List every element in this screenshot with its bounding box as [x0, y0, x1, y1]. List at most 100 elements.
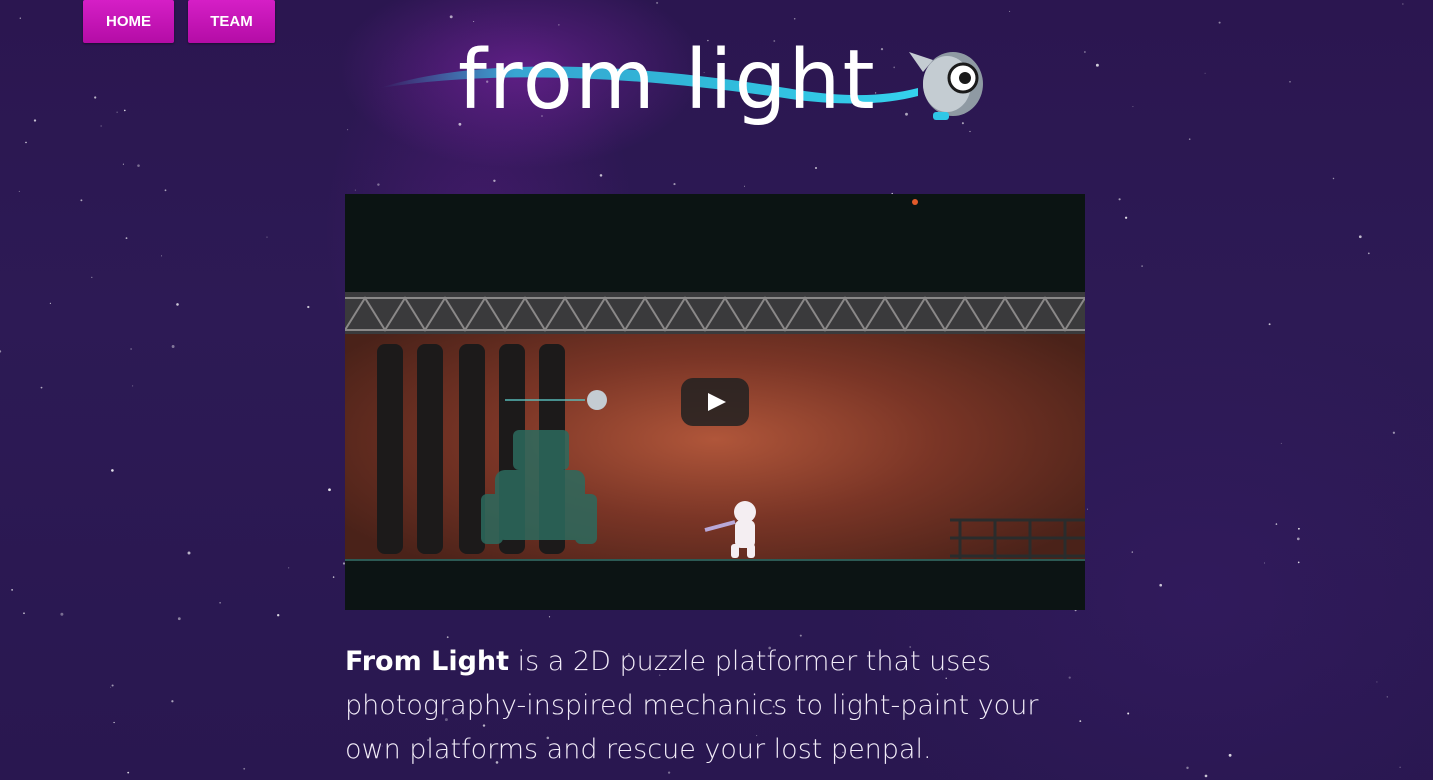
star [111, 684, 114, 687]
star [328, 488, 331, 492]
star [1118, 198, 1121, 201]
star [1358, 235, 1362, 239]
star [91, 276, 93, 279]
star [113, 721, 115, 724]
star [1186, 766, 1189, 770]
star [1402, 3, 1404, 5]
star [1228, 753, 1232, 757]
star [116, 111, 118, 113]
star [1141, 265, 1143, 267]
star [1296, 537, 1300, 541]
star [1084, 51, 1086, 53]
star [446, 636, 449, 639]
star [793, 18, 796, 20]
star [354, 189, 356, 191]
star [1268, 323, 1271, 326]
star [1204, 774, 1208, 778]
game-description: From Light is a 2D puzzle platformer tha… [345, 640, 1090, 772]
star [1264, 562, 1265, 564]
star [123, 109, 126, 112]
star [94, 96, 97, 99]
star [1298, 527, 1300, 530]
star [1297, 561, 1300, 564]
star [1386, 696, 1388, 698]
star [1392, 431, 1396, 434]
star [49, 302, 52, 304]
star [23, 612, 25, 615]
star [137, 164, 140, 167]
star [799, 634, 802, 637]
play-icon [708, 393, 726, 411]
star [1095, 63, 1099, 67]
star [1009, 10, 1011, 12]
star [599, 174, 603, 177]
star [219, 602, 221, 604]
star [160, 255, 163, 257]
star [130, 348, 132, 350]
star [40, 386, 43, 389]
from-light-logo: from light [378, 30, 990, 150]
logo-text: from light [458, 33, 877, 128]
star [1204, 72, 1206, 74]
star [1127, 712, 1130, 715]
star [25, 141, 27, 144]
star [1218, 21, 1221, 24]
star [1280, 442, 1282, 444]
star [673, 183, 676, 186]
star [171, 345, 175, 348]
star [814, 166, 818, 170]
star [1131, 551, 1134, 553]
star [277, 614, 280, 617]
star [1399, 766, 1401, 768]
star [19, 17, 21, 19]
star [122, 163, 124, 165]
star [18, 190, 20, 192]
star [1289, 80, 1291, 83]
star [1132, 106, 1134, 108]
star [171, 700, 174, 703]
star [110, 686, 112, 688]
star [1086, 508, 1089, 510]
play-button[interactable] [681, 378, 749, 426]
star [1275, 523, 1278, 525]
star [548, 616, 551, 618]
star [288, 567, 290, 569]
star [187, 551, 191, 555]
star [1124, 216, 1128, 219]
star [493, 179, 496, 183]
star [177, 617, 181, 621]
star [1159, 583, 1163, 587]
star [449, 15, 453, 19]
star [332, 576, 335, 578]
star [377, 183, 380, 186]
home-button[interactable]: HOME [83, 0, 174, 43]
star [11, 589, 14, 591]
top-nav: HOME TEAM [83, 0, 275, 43]
star [243, 767, 246, 770]
star [33, 119, 37, 122]
star [132, 385, 134, 387]
star [266, 236, 268, 238]
star [307, 305, 310, 309]
star [744, 185, 745, 187]
star [111, 469, 114, 472]
star [1332, 177, 1335, 180]
star [656, 1, 659, 4]
star [60, 612, 64, 616]
star [1367, 252, 1370, 255]
star [125, 237, 128, 239]
star [100, 125, 102, 127]
star [164, 189, 167, 192]
star [80, 199, 83, 202]
star [473, 21, 475, 22]
star [127, 771, 130, 774]
team-button[interactable]: TEAM [188, 0, 275, 43]
game-title: From Light [345, 646, 510, 677]
star [176, 303, 179, 306]
robot-companion-icon [909, 52, 983, 120]
star [1376, 681, 1378, 683]
star [347, 129, 349, 131]
star [0, 350, 2, 353]
star [1188, 138, 1191, 140]
video-player[interactable] [345, 194, 1085, 610]
